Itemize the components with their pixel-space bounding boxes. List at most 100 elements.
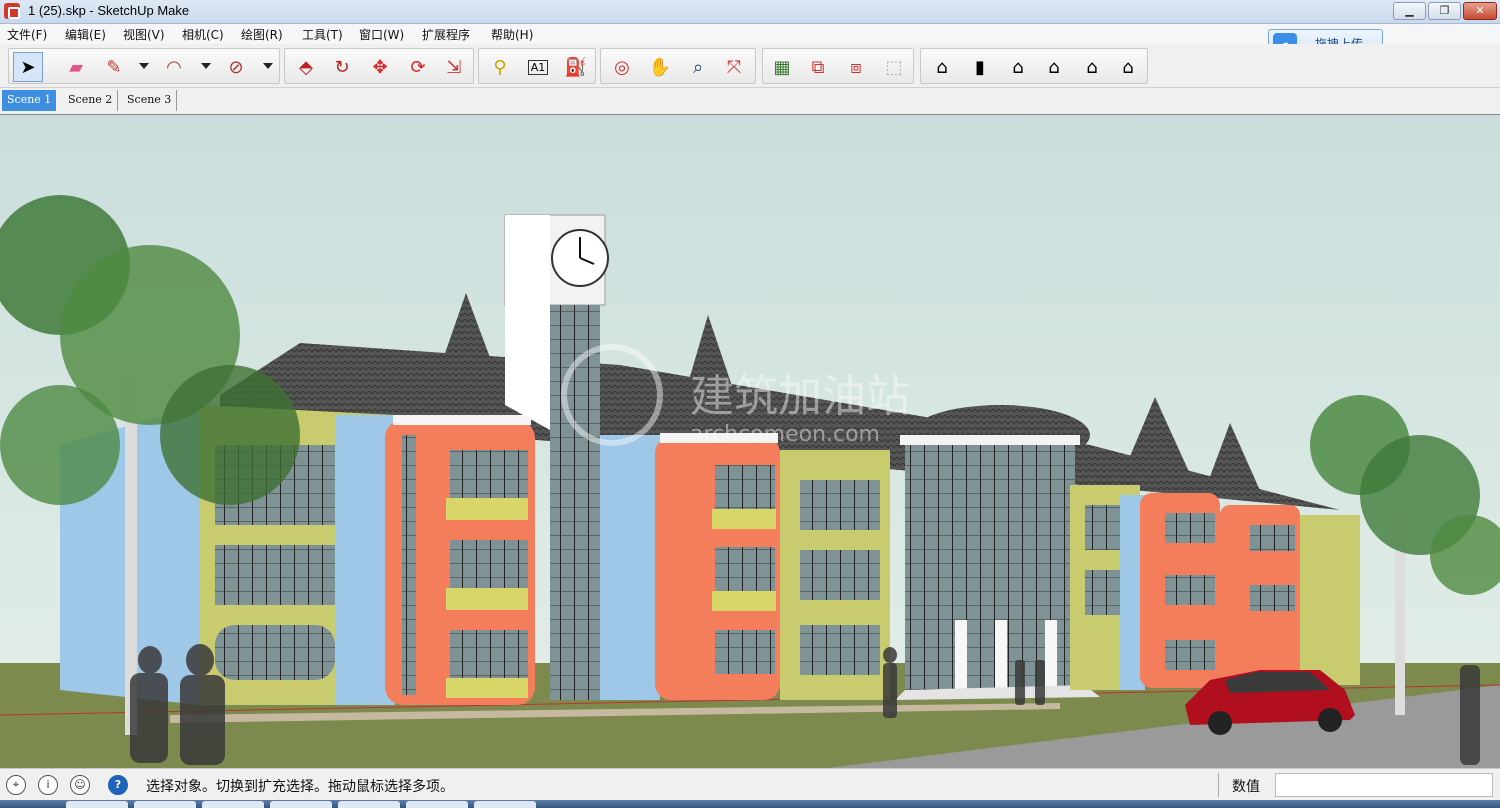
rotate-tool[interactable]: ⟳ [403,52,433,82]
taskbar-item-6[interactable] [406,801,468,808]
tab-scene-1[interactable]: Scene 1 [2,90,57,111]
taskbar-item-1[interactable] [66,801,128,808]
views-group: ⌂ ▮ ⌂ ⌂ ⌂ ⌂ [920,48,1148,84]
measurements-input[interactable] [1275,773,1493,797]
tower-3-window-2 [1165,575,1215,605]
follow-me-icon: ↻ [334,56,350,78]
shape-dropdown[interactable] [263,63,273,69]
rotunda-cornice [900,435,1080,445]
minimize-button[interactable]: ▁ [1393,2,1426,20]
tape-measure-tool[interactable]: ⚲ [485,52,515,82]
scale-tool[interactable]: ⇲ [439,52,469,82]
arc-dropdown[interactable] [201,63,211,69]
taskbar-item-7[interactable] [474,801,536,808]
zoom-extents-tool[interactable]: ⤧ [719,52,749,82]
tower-4-window-2 [1250,585,1295,611]
model-viewport[interactable]: 建筑加油站 archcomeon.com [0,114,1500,768]
get-models-icon: ⧉ [811,56,825,78]
top-view-icon: ⌂ [1012,56,1024,78]
tower-1-balcony-2 [446,588,528,610]
construction-tools-group: ⚲ A1 ⛽ [478,48,596,84]
paint-bucket-icon: ⛽ [564,56,588,78]
help-icon[interactable]: ? [108,775,128,795]
tower-2-balcony-1 [712,509,776,529]
tower-2-window-3 [715,630,775,674]
follow-me-tool[interactable]: ↻ [327,52,357,82]
push-pull-tool[interactable]: ⬘ [291,52,321,82]
geo-location-icon[interactable]: ⌖ [6,775,26,795]
zoom-tool[interactable]: ⌕ [683,52,713,82]
center-window-2 [800,550,880,600]
line-dropdown[interactable] [139,63,149,69]
pan-tool[interactable]: ✋ [645,52,675,82]
menu-window[interactable]: 窗口(W) [359,26,404,43]
line-tool[interactable]: ✎ [99,52,129,82]
restore-button[interactable]: ❐ [1428,2,1461,20]
left-window-3 [215,625,335,680]
edit-tools-group: ⬘ ↻ ✥ ⟳ ⇲ [284,48,474,84]
eraser-tool[interactable]: ▰ [61,52,91,82]
watermark-url: archcomeon.com [690,422,880,447]
zoom-extents-icon: ⤧ [726,56,742,78]
close-button[interactable]: ✕ [1463,2,1497,20]
menu-help[interactable]: 帮助(H) [491,26,533,43]
tower-1-slit [402,435,416,695]
center-window-3 [800,625,880,675]
tab-scene-3[interactable]: Scene 3 [122,90,178,111]
right-view-icon: ⌂ [1048,56,1060,78]
taskbar-item-3[interactable] [202,801,264,808]
add-location-button[interactable]: ▦ [767,52,797,82]
extension-warehouse-button[interactable]: ⬚ [879,52,909,82]
move-tool[interactable]: ✥ [365,52,395,82]
shape-tool[interactable]: ⊘ [221,52,251,82]
warehouse-tools-group: ▦ ⧉ ⧈ ⬚ [762,48,914,84]
column-3 [1045,620,1057,690]
taskbar-item-5[interactable] [338,801,400,808]
share-model-button[interactable]: ⧈ [841,52,871,82]
zoom-icon: ⌕ [692,56,704,78]
center-blue-panel [600,435,660,700]
tab-scene-2[interactable]: Scene 2 [63,90,119,111]
menu-extensions[interactable]: 扩展程序 [422,26,470,43]
left-view-icon: ⌂ [1122,56,1134,78]
tape-measure-icon: ⚲ [493,56,507,78]
tower-3-window-1 [1165,513,1215,543]
arc-tool[interactable]: ◠ [159,52,189,82]
right-view-button[interactable]: ⌂ [1039,52,1069,82]
taskbar-item-4[interactable] [270,801,332,808]
menu-edit[interactable]: 编辑(E) [65,26,106,43]
menu-file[interactable]: 文件(F) [7,26,47,43]
user-account-icon[interactable]: ☺ [70,775,90,795]
left-view-button[interactable]: ⌂ [1113,52,1143,82]
drawing-tools-group: ➤ ▰ ✎ ◠ ⊘ [8,48,280,84]
right-window-2 [1085,570,1125,615]
menu-view[interactable]: 视图(V) [123,26,165,43]
paint-bucket-tool[interactable]: ⛽ [561,52,591,82]
pencil-icon: ✎ [106,56,122,78]
scene-render: 建筑加油站 archcomeon.com [0,115,1500,768]
status-bar: ⌖ i ☺ ? 选择对象。切换到扩充选择。拖动鼠标选择多项。 数值 [0,768,1500,800]
left-window-2 [215,545,335,605]
menu-camera[interactable]: 相机(C) [182,26,224,43]
menu-draw[interactable]: 绘图(R) [241,26,283,43]
front-view-button[interactable]: ▮ [965,52,995,82]
select-tool[interactable]: ➤ [13,52,43,82]
text-tool[interactable]: A1 [523,52,553,82]
orbit-tool[interactable]: ◎ [607,52,637,82]
top-view-button[interactable]: ⌂ [1003,52,1033,82]
right-window-1 [1085,505,1125,550]
select-icon: ➤ [20,56,36,78]
taskbar-item-2[interactable] [134,801,196,808]
pan-icon: ✋ [648,56,672,78]
credits-icon[interactable]: i [38,775,58,795]
tower-1-window-1 [450,450,528,498]
get-models-button[interactable]: ⧉ [803,52,833,82]
tower-1-window-3 [450,630,528,678]
menu-tools[interactable]: 工具(T) [302,26,343,43]
sketchup-logo-icon [4,3,20,19]
tower-1-cornice [393,415,531,425]
status-message: 选择对象。切换到扩充选择。拖动鼠标选择多项。 [146,779,454,795]
close-icon: ✕ [1475,4,1485,17]
iso-view-button[interactable]: ⌂ [927,52,957,82]
back-view-button[interactable]: ⌂ [1077,52,1107,82]
